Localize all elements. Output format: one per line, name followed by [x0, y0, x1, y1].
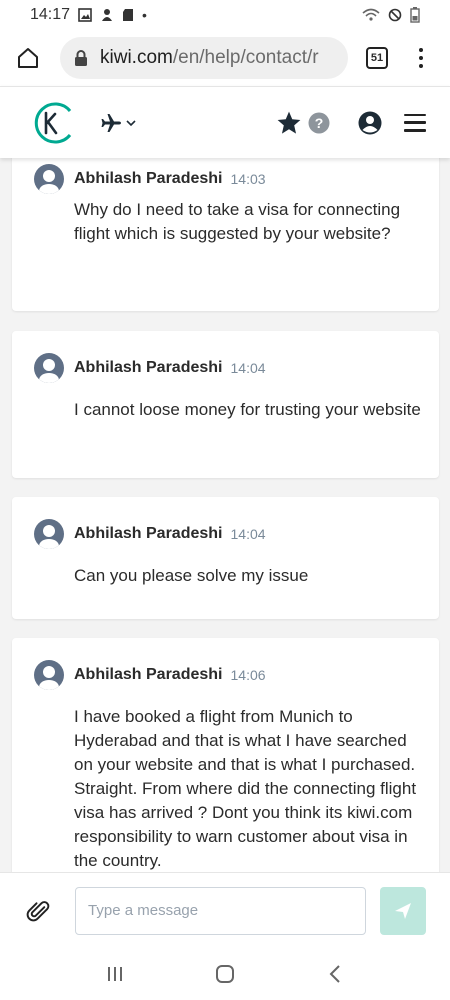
avatar [34, 353, 64, 383]
home-nav-button[interactable] [210, 959, 240, 989]
message-text: Can you please solve my issue [74, 566, 309, 585]
message-time: 14:03 [230, 171, 266, 187]
send-icon [394, 902, 411, 919]
message-time: 14:06 [230, 667, 266, 683]
back-icon [329, 965, 340, 983]
message-header: Abhilash Paradeshi 14:03 [34, 164, 266, 194]
message-text: Why do I need to take a visa for connect… [74, 200, 401, 243]
sender-name: Abhilash Paradeshi [74, 359, 223, 376]
message-header: Abhilash Paradeshi 14:06 [34, 660, 266, 690]
home-button[interactable] [12, 42, 44, 74]
sender-name: Abhilash Paradeshi [74, 170, 223, 187]
back-button[interactable] [320, 959, 350, 989]
recent-apps-icon [108, 967, 122, 981]
address-bar[interactable]: kiwi.com/en/help/contact/r [60, 37, 348, 79]
kiwi-logo-icon [34, 102, 72, 143]
message-input[interactable] [75, 886, 366, 935]
message-time: 14:04 [230, 360, 266, 376]
help-icon[interactable]: ? [308, 112, 330, 134]
url-text: kiwi.com/en/help/contact/r [100, 47, 319, 69]
status-time: 14:17 [30, 6, 71, 23]
chat-message: Abhilash Paradeshi 14:06 I have booked a… [12, 638, 439, 872]
home-icon [18, 48, 38, 68]
message-header: Abhilash Paradeshi 14:04 [34, 519, 266, 549]
message-time: 14:04 [230, 526, 266, 542]
chat-message: Abhilash Paradeshi 14:04 Can you please … [12, 497, 439, 619]
dot-icon [419, 48, 423, 52]
dot-icon [419, 64, 423, 68]
status-bar: 14:17 • [0, 0, 450, 30]
message-text: I have booked a flight from Munich to Hy… [74, 707, 417, 870]
menu-line [404, 113, 426, 116]
airplane-icon [101, 113, 121, 132]
travel-mode-dropdown[interactable] [100, 112, 136, 134]
notification-icon [102, 9, 113, 21]
account-icon[interactable] [358, 111, 382, 135]
avatar [34, 164, 64, 194]
url-path: /en/help/contact/r [172, 47, 319, 68]
system-navigation-bar [0, 948, 450, 1000]
svg-text:?: ? [315, 115, 324, 131]
do-not-disturb-icon [388, 8, 402, 22]
chat-message: Abhilash Paradeshi 14:03 Why do I need t… [12, 158, 439, 311]
star-icon[interactable] [276, 110, 302, 136]
avatar [34, 519, 64, 549]
sd-card-icon [123, 9, 134, 21]
browser-toolbar: kiwi.com/en/help/contact/r 51 [0, 30, 450, 86]
url-host: kiwi.com [100, 47, 173, 68]
sender-name: Abhilash Paradeshi [74, 666, 223, 683]
send-button[interactable] [379, 886, 427, 935]
dot-icon [419, 56, 423, 60]
gallery-icon [78, 8, 92, 22]
home-circle-icon [216, 965, 234, 983]
paperclip-icon[interactable] [24, 897, 51, 925]
message-text: I cannot loose money for trusting your w… [74, 400, 421, 419]
site-header: ? [0, 86, 450, 158]
chat-message: Abhilash Paradeshi 14:04 I cannot loose … [12, 331, 439, 478]
wifi-icon [362, 8, 380, 21]
battery-icon [410, 7, 420, 23]
menu-line [404, 121, 426, 124]
avatar [34, 660, 64, 690]
browser-menu-button[interactable] [418, 48, 424, 68]
menu-line [404, 129, 426, 132]
chat-thread[interactable]: Abhilash Paradeshi 14:03 Why do I need t… [0, 158, 450, 872]
kiwi-logo[interactable] [24, 101, 78, 145]
more-notifications-icon: • [142, 7, 147, 23]
hamburger-menu-button[interactable] [404, 113, 426, 132]
lock-icon [75, 50, 87, 66]
message-composer [0, 872, 450, 948]
chevron-down-icon [126, 119, 136, 126]
tab-switcher-button[interactable]: 51 [366, 47, 388, 69]
message-header: Abhilash Paradeshi 14:04 [34, 353, 266, 383]
recent-apps-button[interactable] [100, 959, 130, 989]
sender-name: Abhilash Paradeshi [74, 525, 223, 542]
